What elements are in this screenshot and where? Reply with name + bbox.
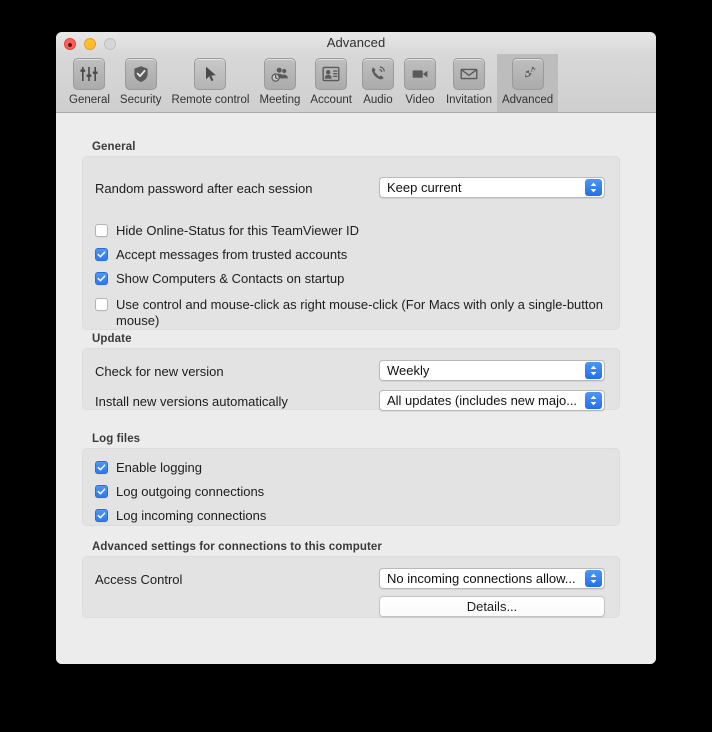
tab-label: Security xyxy=(119,94,162,106)
video-camera-icon xyxy=(403,58,436,90)
chevron-updown-icon xyxy=(585,179,602,196)
check-version-label: Check for new version xyxy=(95,364,224,379)
install-auto-row: Install new versions automatically xyxy=(95,394,288,409)
checkbox-box xyxy=(95,461,108,474)
checkbox-label: Log outgoing connections xyxy=(116,484,265,499)
window-title: Advanced xyxy=(326,35,386,50)
access-control-value: No incoming connections allow... xyxy=(387,571,576,586)
checkbox-log-outgoing[interactable]: Log outgoing connections xyxy=(95,484,264,500)
access-control-row: Access Control xyxy=(95,572,182,587)
contact-card-icon xyxy=(315,58,348,90)
group-advanced-connections: Access Control No incoming connections a… xyxy=(82,556,620,618)
group-general: Random password after each session Keep … xyxy=(82,156,620,330)
section-title-general: General xyxy=(92,141,136,153)
chevron-updown-icon xyxy=(585,570,602,587)
group-update: Check for new version Weekly Install new… xyxy=(82,348,620,411)
section-advanced-connections: Advanced settings for connections to thi… xyxy=(82,541,620,618)
phone-waves-icon xyxy=(361,58,394,90)
checkbox-box xyxy=(95,272,108,285)
random-password-value: Keep current xyxy=(387,180,462,195)
checkbox-log-incoming[interactable]: Log incoming connections xyxy=(95,508,266,524)
checkbox-box xyxy=(95,224,108,237)
checkbox-box xyxy=(95,298,108,311)
tab-account[interactable]: Account xyxy=(305,54,357,112)
preferences-window: Advanced General Security Remote control… xyxy=(56,32,656,664)
preferences-toolbar: General Security Remote control Meeting … xyxy=(56,54,656,113)
checkbox-control-mouse-click[interactable]: Use control and mouse-click as right mou… xyxy=(95,297,606,329)
gears-icon xyxy=(511,58,544,90)
checkbox-label: Accept messages from trusted accounts xyxy=(116,247,348,262)
tab-invitation[interactable]: Invitation xyxy=(441,54,497,112)
section-title-log-files: Log files xyxy=(92,433,141,445)
shield-check-icon xyxy=(124,58,157,90)
check-version-value: Weekly xyxy=(387,363,430,378)
tab-remote-control[interactable]: Remote control xyxy=(166,54,254,112)
checkbox-label: Use control and mouse-click as right mou… xyxy=(116,297,603,328)
random-password-row: Random password after each session xyxy=(95,181,313,196)
random-password-select[interactable]: Keep current xyxy=(379,177,605,198)
checkbox-box xyxy=(95,248,108,261)
checkbox-box xyxy=(95,485,108,498)
tab-label: Meeting xyxy=(259,94,301,106)
tab-label: Account xyxy=(310,94,352,106)
access-control-select[interactable]: No incoming connections allow... xyxy=(379,568,605,589)
section-title-update: Update xyxy=(92,333,132,345)
group-log-files: Enable logging Log outgoing connections … xyxy=(82,448,620,526)
checkbox-label: Hide Online-Status for this TeamViewer I… xyxy=(116,223,360,238)
install-auto-value: All updates (includes new majo... xyxy=(387,393,578,408)
envelope-icon xyxy=(452,58,485,90)
window-titlebar: Advanced xyxy=(56,32,656,54)
check-version-row: Check for new version xyxy=(95,364,224,379)
details-button[interactable]: Details... xyxy=(379,596,605,617)
group-clock-icon xyxy=(263,58,296,90)
section-update: Update Check for new version Weekly Inst… xyxy=(82,333,620,411)
tab-label: Advanced xyxy=(501,94,554,106)
checkbox-label: Enable logging xyxy=(116,460,203,475)
tab-label: Remote control xyxy=(171,94,250,106)
install-auto-select[interactable]: All updates (includes new majo... xyxy=(379,390,605,411)
checkbox-hide-online-status[interactable]: Hide Online-Status for this TeamViewer I… xyxy=(95,223,359,239)
check-version-select[interactable]: Weekly xyxy=(379,360,605,381)
section-log-files: Log files Enable logging Log outgoing co… xyxy=(82,433,620,526)
section-title-advanced-connections: Advanced settings for connections to thi… xyxy=(92,541,382,553)
chevron-updown-icon xyxy=(585,392,602,409)
checkbox-label: Log incoming connections xyxy=(116,508,267,523)
tab-label: Video xyxy=(405,94,435,106)
section-general: General Random password after each sessi… xyxy=(82,141,620,330)
tab-label: Invitation xyxy=(445,94,492,106)
install-auto-label: Install new versions automatically xyxy=(95,394,288,409)
tab-security[interactable]: Security xyxy=(115,54,167,112)
preferences-content: General Random password after each sessi… xyxy=(56,113,656,664)
tab-video[interactable]: Video xyxy=(399,54,441,112)
sliders-icon xyxy=(73,58,106,90)
chevron-updown-icon xyxy=(585,362,602,379)
random-password-label: Random password after each session xyxy=(95,181,313,196)
checkbox-label: Show Computers & Contacts on startup xyxy=(116,271,345,286)
checkbox-show-computers-contacts[interactable]: Show Computers & Contacts on startup xyxy=(95,271,344,287)
checkbox-box xyxy=(95,509,108,522)
tab-label: General xyxy=(69,94,110,106)
tab-general[interactable]: General xyxy=(64,54,115,112)
tab-meeting[interactable]: Meeting xyxy=(254,54,305,112)
cursor-arrow-icon xyxy=(194,58,227,90)
tab-audio[interactable]: Audio xyxy=(357,54,399,112)
access-control-label: Access Control xyxy=(95,572,183,587)
checkbox-enable-logging[interactable]: Enable logging xyxy=(95,460,202,476)
tab-advanced[interactable]: Advanced xyxy=(496,54,559,112)
tab-label: Audio xyxy=(363,94,393,106)
checkbox-accept-messages[interactable]: Accept messages from trusted accounts xyxy=(95,247,347,263)
